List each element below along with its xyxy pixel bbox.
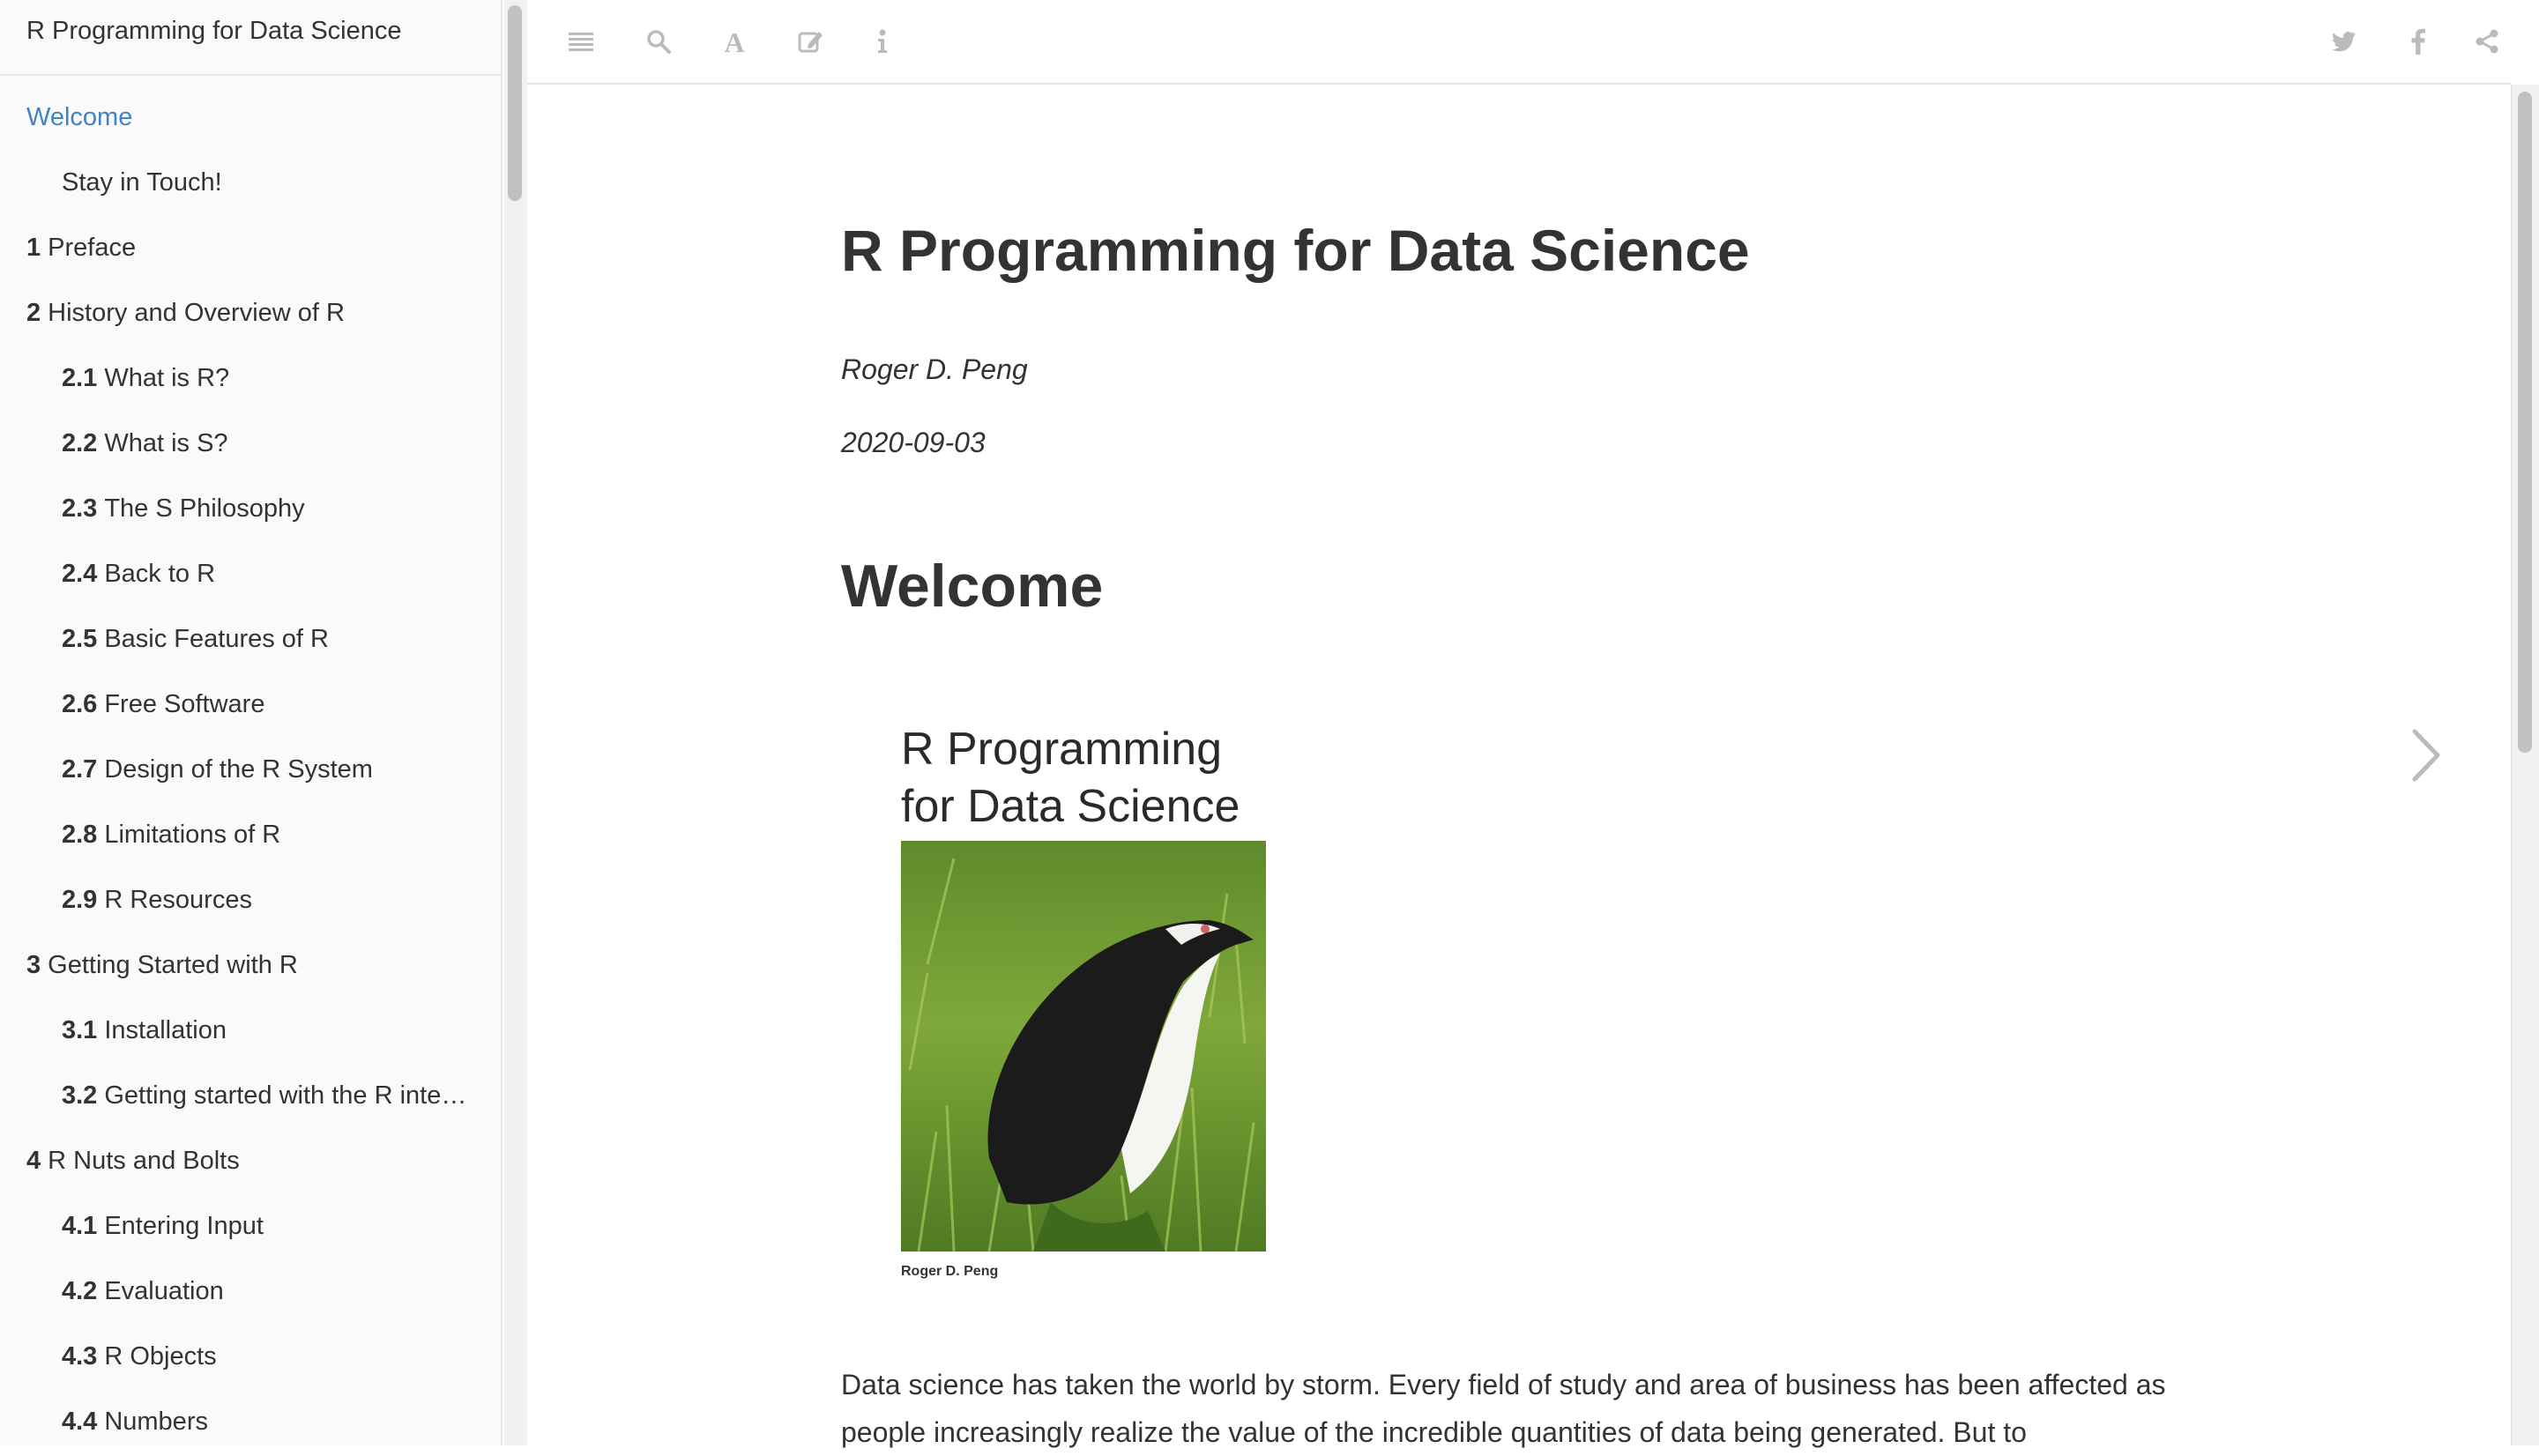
sidebar-item-installation[interactable]: 3.1 Installation <box>0 998 501 1063</box>
sidebar-item-what-is-r[interactable]: 2.1 What is R? <box>0 345 501 411</box>
cover-title-line-2: for Data Science <box>901 781 1240 832</box>
sidebar-item-label: Preface <box>48 234 137 262</box>
facebook-icon[interactable] <box>2396 19 2440 63</box>
sidebar-scrollbar-track[interactable] <box>504 0 527 1445</box>
sidebar-item-getting-started-with-the-r-inte[interactable]: 3.2 Getting started with the R inte… <box>0 1063 501 1128</box>
sidebar-item-the-s-philosophy[interactable]: 2.3 The S Philosophy <box>0 476 501 541</box>
main-panel: A R Programming for Data Science Roger D… <box>527 0 2511 1448</box>
intro-paragraph: Data science has taken the world by stor… <box>841 1369 2166 1448</box>
sidebar-item-label: Basic Features of R <box>104 625 329 653</box>
sidebar-item-basic-features-of-r[interactable]: 2.5 Basic Features of R <box>0 606 501 672</box>
sidebar-item-number: 3.2 <box>62 1081 98 1110</box>
sidebar-item-history-and-overview-of-r[interactable]: 2 History and Overview of R <box>0 280 501 345</box>
sidebar-item-number: 4.1 <box>62 1212 98 1240</box>
sidebar-item-label: Getting started with the R inte… <box>104 1081 467 1110</box>
sidebar-item-label: Limitations of R <box>104 821 281 849</box>
author-name: Roger D. Peng <box>841 353 1028 385</box>
sidebar-item-label: Getting Started with R <box>48 951 298 979</box>
sidebar-item-number: 3 <box>26 951 41 979</box>
sidebar-book-title[interactable]: R Programming for Data Science <box>0 0 501 76</box>
sidebar-item-number: 2 <box>26 299 41 327</box>
sidebar-item-label: Entering Input <box>104 1212 264 1240</box>
sidebar-item-numbers[interactable]: 4.4 Numbers <box>0 1389 501 1445</box>
page-title: R Programming for Data Science <box>841 218 1750 283</box>
sidebar-item-number: 3.1 <box>62 1016 98 1044</box>
sidebar-item-welcome[interactable]: Welcome <box>0 85 501 150</box>
sidebar-item-number: 4.2 <box>62 1277 98 1305</box>
sidebar-item-number: 4.4 <box>62 1408 98 1436</box>
sidebar-item-label: What is S? <box>104 429 228 457</box>
sidebar-item-label: The S Philosophy <box>104 494 305 523</box>
sidebar-item-label: Installation <box>104 1016 227 1044</box>
twitter-icon[interactable] <box>2322 19 2366 63</box>
sidebar-item-number: 2.2 <box>62 429 98 457</box>
font-settings-icon[interactable]: A <box>712 19 756 63</box>
sidebar-item-label: Stay in Touch! <box>62 168 222 197</box>
sidebar-item-number: 2.7 <box>62 755 98 784</box>
svg-text:A: A <box>724 28 744 55</box>
menu-icon[interactable] <box>559 19 603 63</box>
sidebar: R Programming for Data Science Welcome St… <box>0 0 503 1445</box>
publication-date: 2020-09-03 <box>841 427 986 458</box>
sidebar-item-label: What is R? <box>104 364 230 392</box>
sidebar-item-number: 2.3 <box>62 494 98 523</box>
sidebar-item-label: Numbers <box>104 1408 208 1436</box>
edit-icon[interactable] <box>789 19 833 63</box>
sidebar-item-label: R Nuts and Bolts <box>48 1147 240 1175</box>
sidebar-item-r-resources[interactable]: 2.9 R Resources <box>0 867 501 932</box>
sidebar-item-number: 2.4 <box>62 560 98 588</box>
sidebar-item-label: Back to R <box>104 560 216 588</box>
sidebar-item-evaluation[interactable]: 4.2 Evaluation <box>0 1259 501 1324</box>
sidebar-item-free-software[interactable]: 2.6 Free Software <box>0 672 501 737</box>
sidebar-item-label: Evaluation <box>104 1277 224 1305</box>
sidebar-item-number: 2.6 <box>62 690 98 718</box>
sidebar-item-number: 2.1 <box>62 364 98 392</box>
sidebar-item-preface[interactable]: 1 Preface <box>0 215 501 280</box>
share-icon[interactable] <box>2465 19 2509 63</box>
toolbar-corner <box>2511 0 2539 85</box>
sidebar-item-back-to-r[interactable]: 2.4 Back to R <box>0 541 501 606</box>
sidebar-item-label: R Objects <box>104 1342 217 1371</box>
sidebar-item-number: 2.8 <box>62 821 98 849</box>
sidebar-item-number: 4 <box>26 1147 41 1175</box>
sidebar-item-getting-started-with-r[interactable]: 3 Getting Started with R <box>0 932 501 998</box>
sidebar-item-design-of-the-r-system[interactable]: 2.7 Design of the R System <box>0 737 501 802</box>
sidebar-item-number: 1 <box>26 234 41 262</box>
sidebar-item-number: 4.3 <box>62 1342 98 1371</box>
sidebar-item-label: Free Software <box>104 690 265 718</box>
sidebar-scrollbar-thumb[interactable] <box>508 5 522 201</box>
sidebar-item-limitations-of-r[interactable]: 2.8 Limitations of R <box>0 802 501 867</box>
sidebar-item-r-nuts-and-bolts[interactable]: 4R Nuts and Bolts <box>0 1128 501 1193</box>
cover-title-line-1: R Programming <box>901 724 1223 775</box>
section-heading-welcome: Welcome <box>841 553 1104 620</box>
sidebar-item-r-objects[interactable]: 4.3 R Objects <box>0 1324 501 1389</box>
sidebar-item-number: 2.5 <box>62 625 98 653</box>
next-page-arrow[interactable] <box>2408 724 2443 786</box>
sidebar-item-label: R Resources <box>104 886 252 914</box>
cover-author: Roger D. Peng <box>901 1264 999 1279</box>
sidebar-item-label: Design of the R System <box>104 755 373 784</box>
sidebar-item-number: 2.9 <box>62 886 98 914</box>
sidebar-item-entering-input[interactable]: 4.1 Entering Input <box>0 1193 501 1259</box>
sidebar-item-what-is-s[interactable]: 2.2 What is S? <box>0 411 501 476</box>
sidebar-item-stay-in-touch[interactable]: Stay in Touch! <box>0 150 501 215</box>
sidebar-item-label: Welcome <box>26 103 133 131</box>
toolbar: A <box>527 0 2511 85</box>
main-scrollbar-thumb[interactable] <box>2518 92 2532 753</box>
search-icon[interactable] <box>637 19 681 63</box>
table-of-contents: Welcome Stay in Touch! 1 Preface 2 History an… <box>0 76 501 1445</box>
cover-title: R Programming for Data Science <box>901 721 1289 836</box>
info-icon[interactable] <box>860 19 905 63</box>
penguin-photo <box>901 841 1266 1252</box>
book-cover-image: R Programming for Data Science Roger D. … <box>894 721 1282 1373</box>
sidebar-item-label: History and Overview of R <box>48 299 345 327</box>
